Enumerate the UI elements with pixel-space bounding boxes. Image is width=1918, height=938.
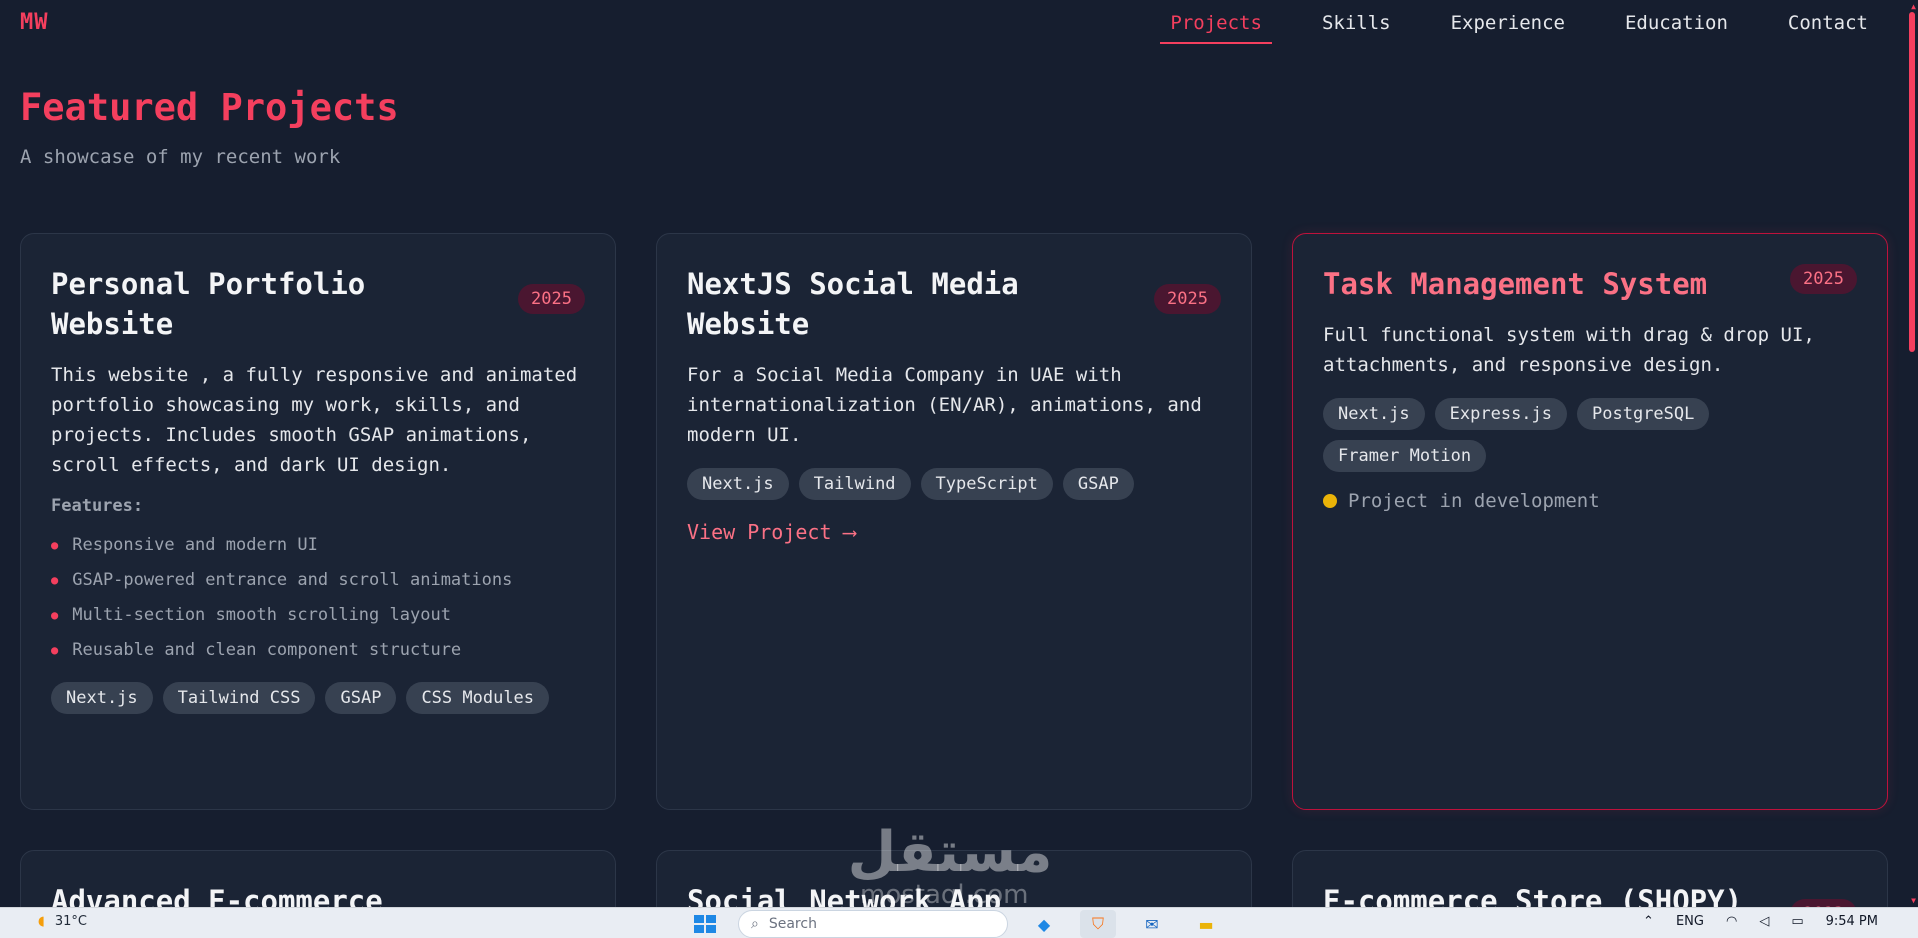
clock[interactable]: 9:54 PM [1826, 914, 1878, 929]
scroll-down-icon[interactable]: ▼ [1911, 896, 1916, 905]
bullet-icon: ● [51, 573, 59, 587]
feature-item: ● Multi-section smooth scrolling layout [51, 598, 585, 633]
outlook-icon[interactable]: ✉ [1134, 910, 1170, 938]
feature-text: Multi-section smooth scrolling layout [72, 605, 451, 625]
bullet-icon: ● [51, 538, 59, 552]
projects-grid: Personal Portfolio Website 2025 This web… [20, 233, 1888, 907]
project-title: Task Management System [1323, 267, 1708, 301]
feature-text: Responsive and modern UI [72, 535, 318, 555]
tech-tag: TypeScript [920, 468, 1053, 500]
search-icon: ⌕ [751, 916, 759, 932]
tech-tag: CSS Modules [406, 682, 550, 714]
project-card-shopy[interactable]: E-commerce Store (SHOPY) 2023 [1292, 850, 1888, 907]
tech-tags: Next.js Express.js PostgreSQL Framer Mot… [1323, 398, 1857, 472]
project-card-advanced-ecommerce[interactable]: Advanced E-commerce [20, 850, 616, 907]
view-project-link[interactable]: View Project ⟶ [687, 520, 856, 544]
tech-tags: Next.js Tailwind TypeScript GSAP [687, 468, 1221, 500]
bullet-icon: ● [51, 643, 59, 657]
vscode-icon[interactable]: ◆ [1026, 910, 1062, 938]
feature-text: GSAP-powered entrance and scroll animati… [72, 570, 513, 590]
year-badge: 2025 [1154, 284, 1221, 314]
system-tray: ⌃ ENG ◠ ◁ ▭ 9:54 PM [1643, 914, 1878, 929]
project-title: E-commerce Store (SHOPY) [1323, 884, 1743, 907]
feature-item: ● Responsive and modern UI [51, 528, 585, 563]
nav-contact[interactable]: Contact [1778, 10, 1878, 44]
site-logo[interactable]: MW [20, 10, 49, 35]
project-description: This website , a fully responsive and an… [51, 364, 578, 476]
tech-tag: Tailwind [798, 468, 911, 500]
page-scrollbar[interactable]: ▲ ▼ [1906, 0, 1918, 907]
section-title: Featured Projects [20, 86, 399, 129]
watermark-url: mostaql.com [860, 880, 1029, 907]
scroll-up-icon[interactable]: ▲ [1911, 2, 1916, 11]
project-card-task-management[interactable]: Task Management System 2025 Full functio… [1292, 233, 1888, 810]
features-list: ● Responsive and modern UI ● GSAP-powered … [51, 528, 585, 668]
project-description: For a Social Media Company in UAE with i… [687, 364, 1202, 446]
nav-projects[interactable]: Projects [1160, 10, 1272, 44]
year-badge: 2025 [1790, 264, 1857, 294]
wifi-icon[interactable]: ◠ [1726, 914, 1737, 929]
taskbar-apps: ⌕ Search ◆ ⛉ ✉ ▬ [690, 910, 1224, 938]
windows-start-icon[interactable] [690, 911, 720, 937]
bullet-icon: ● [51, 608, 59, 622]
tech-tag: PostgreSQL [1577, 398, 1710, 430]
scrollbar-thumb[interactable] [1909, 12, 1915, 352]
tech-tag: GSAP [1062, 468, 1134, 500]
tech-tag: Next.js [1323, 398, 1425, 430]
section-subtitle: A showcase of my recent work [20, 146, 341, 168]
nav-education[interactable]: Education [1615, 10, 1738, 44]
brave-browser-icon[interactable]: ⛉ [1080, 910, 1116, 938]
weather-icon: ◖ [38, 914, 45, 929]
year-badge: 2023 [1790, 899, 1857, 907]
feature-item: ● Reusable and clean component structure [51, 633, 585, 668]
project-title: NextJS Social Media Website [687, 267, 1019, 341]
os-taskbar: ◖ 31°C ⌕ Search ◆ ⛉ ✉ ▬ ⌃ ENG ◠ ◁ ▭ 9:54… [0, 907, 1918, 938]
weather-widget[interactable]: ◖ 31°C [38, 914, 87, 929]
features-label: Features: [51, 496, 144, 516]
project-title: Personal Portfolio Website [51, 267, 366, 341]
project-status: Project in development [1323, 490, 1857, 512]
project-title: Advanced E-commerce [51, 884, 383, 907]
main-nav: Projects Skills Experience Education Con… [1160, 10, 1878, 44]
project-description: Full functional system with drag & drop … [1323, 324, 1815, 376]
nav-experience[interactable]: Experience [1441, 10, 1575, 44]
portfolio-page: MW Projects Skills Experience Education … [0, 0, 1918, 907]
battery-icon[interactable]: ▭ [1791, 914, 1803, 929]
chevron-up-icon[interactable]: ⌃ [1643, 914, 1654, 929]
tech-tags: Next.js Tailwind CSS GSAP CSS Modules [51, 682, 585, 714]
feature-item: ● GSAP-powered entrance and scroll animat… [51, 563, 585, 598]
taskbar-search[interactable]: ⌕ Search [738, 910, 1008, 938]
tech-tag: GSAP [325, 682, 397, 714]
volume-icon[interactable]: ◁ [1759, 914, 1769, 929]
project-card-social-media[interactable]: NextJS Social Media Website 2025 For a S… [656, 233, 1252, 810]
status-text: Project in development [1348, 490, 1600, 512]
nav-skills[interactable]: Skills [1312, 10, 1401, 44]
search-placeholder: Search [768, 916, 817, 932]
file-explorer-icon[interactable]: ▬ [1188, 910, 1224, 938]
feature-text: Reusable and clean component structure [72, 640, 462, 660]
tech-tag: Next.js [687, 468, 789, 500]
project-card-portfolio[interactable]: Personal Portfolio Website 2025 This web… [20, 233, 616, 810]
status-dot-icon [1323, 494, 1337, 508]
weather-temp: 31°C [54, 914, 87, 929]
language-indicator[interactable]: ENG [1676, 914, 1704, 929]
tech-tag: Tailwind CSS [162, 682, 316, 714]
tech-tag: Express.js [1434, 398, 1568, 430]
tech-tag: Framer Motion [1323, 440, 1487, 472]
tech-tag: Next.js [51, 682, 153, 714]
year-badge: 2025 [518, 284, 585, 314]
